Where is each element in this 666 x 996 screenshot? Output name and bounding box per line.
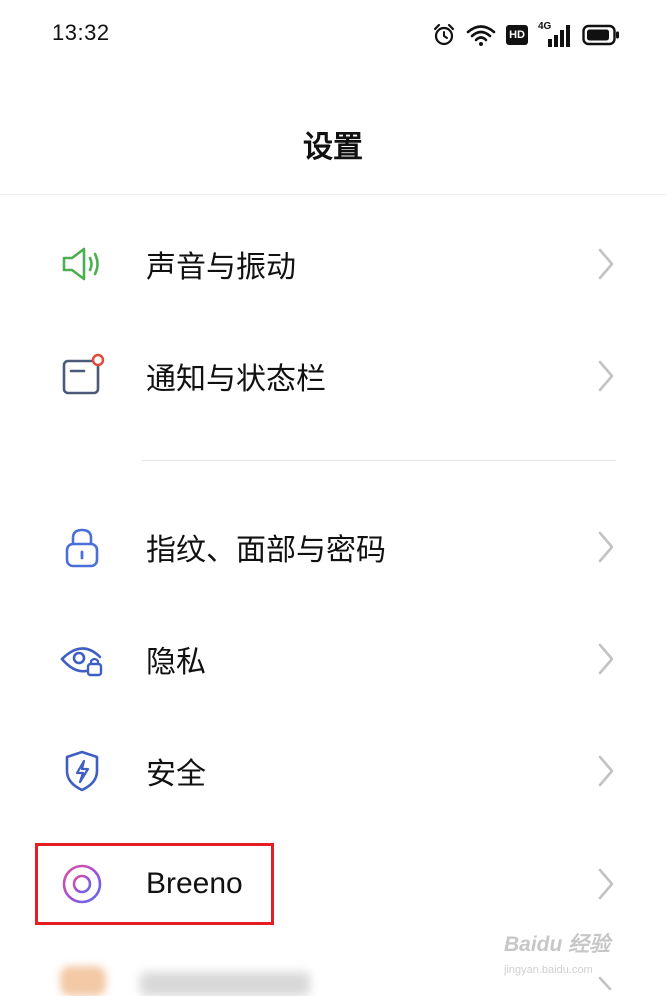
status-time: 13:32 xyxy=(52,20,110,45)
settings-item-label: 声音与振动 xyxy=(146,250,296,285)
battery-icon xyxy=(582,24,619,46)
wifi-icon xyxy=(466,25,496,46)
settings-item-label: 指纹、面部与密码 xyxy=(146,533,386,568)
signal-icon: 4G xyxy=(538,21,572,47)
settings-item-notification-statusbar[interactable]: 通知与状态栏 xyxy=(0,320,666,432)
status-icons: HD 4G xyxy=(432,20,620,50)
highlight-annotation-box xyxy=(35,843,274,925)
chevron-right-icon xyxy=(598,868,614,900)
title-bar: 设置 xyxy=(0,70,666,195)
lock-icon xyxy=(65,528,99,568)
settings-item-privacy[interactable]: 隐私 xyxy=(0,603,666,715)
blurred-icon xyxy=(60,966,106,996)
hd-icon: HD xyxy=(506,25,528,45)
section-divider xyxy=(142,460,616,461)
blurred-label xyxy=(140,972,310,996)
chevron-right-icon xyxy=(598,643,614,675)
settings-item-sound-vibration[interactable]: 声音与振动 xyxy=(0,208,666,320)
watermark-brand: Baidu 经验 xyxy=(504,933,611,956)
chevron-right-icon xyxy=(598,531,614,563)
privacy-eye-icon xyxy=(60,647,103,677)
chevron-right-icon xyxy=(598,360,614,392)
speaker-icon xyxy=(62,247,99,281)
watermark-url: jingyan.baidu.com xyxy=(504,964,593,976)
page-title: 设置 xyxy=(303,130,363,165)
status-bar: 13:32 HD 4G xyxy=(0,0,666,70)
settings-item-partial-blurred[interactable] xyxy=(60,962,320,996)
chevron-right-icon xyxy=(598,755,614,787)
settings-item-security[interactable]: 安全 xyxy=(0,715,666,827)
settings-item-label: 通知与状态栏 xyxy=(146,362,326,397)
settings-item-label: 安全 xyxy=(146,757,206,792)
shield-icon xyxy=(65,750,99,792)
notification-icon xyxy=(62,353,105,395)
settings-item-fingerprint-face-password[interactable]: 指纹、面部与密码 xyxy=(0,491,666,603)
alarm-icon xyxy=(434,23,455,46)
chevron-right-icon xyxy=(598,248,614,280)
watermark: Baidu 经验 jingyan.baidu.com xyxy=(504,918,632,986)
settings-item-label: 隐私 xyxy=(146,645,206,680)
